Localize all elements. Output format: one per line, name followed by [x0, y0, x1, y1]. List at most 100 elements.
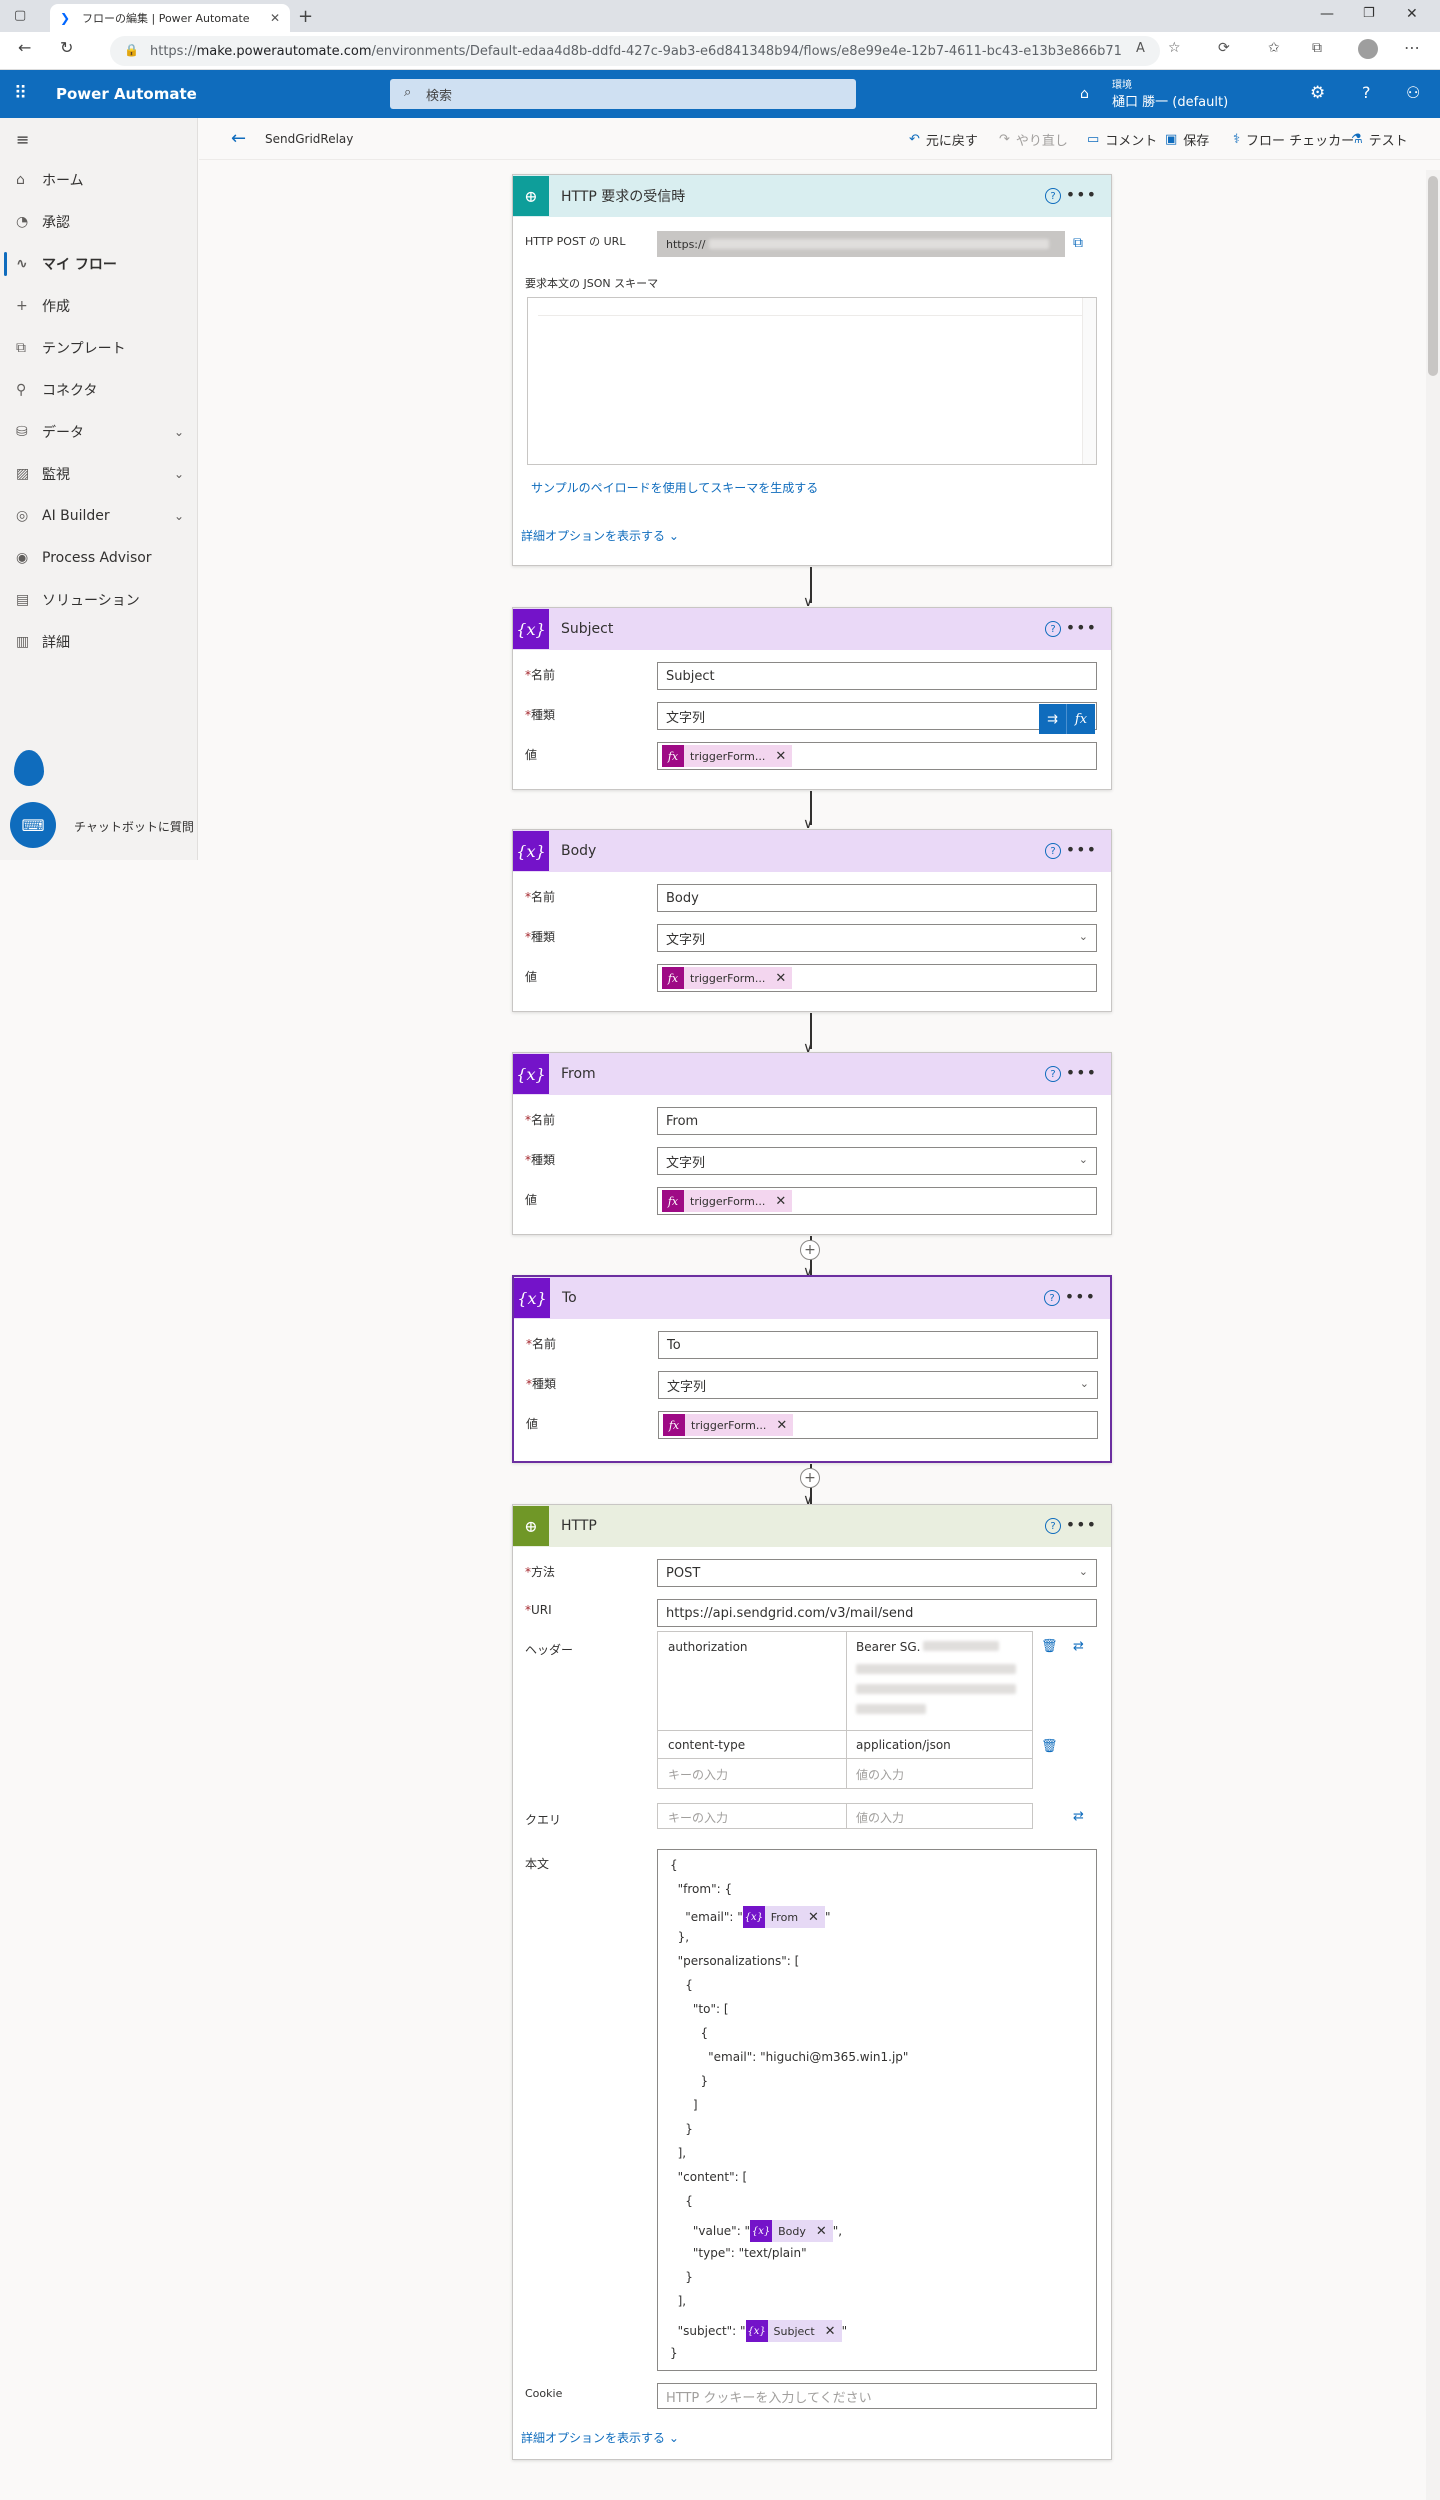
more-options-icon[interactable]: ••• [1066, 1063, 1097, 1082]
dynamic-content-icon[interactable]: ⇉ [1039, 704, 1067, 734]
insert-step-button[interactable]: + [800, 1240, 820, 1260]
method-select[interactable]: POST ⌄ [657, 1559, 1097, 1587]
more-options-icon[interactable]: ••• [1065, 1287, 1096, 1306]
delete-icon[interactable]: 🗑 [1041, 1639, 1058, 1654]
variable-value-input[interactable]: fx triggerForm... ✕ [658, 1411, 1098, 1439]
advanced-options-link[interactable]: 詳細オプションを表示する ⌄ [521, 527, 679, 544]
insert-step-button[interactable]: + [800, 1468, 820, 1488]
nav-item-my-flows[interactable]: ∿ マイ フロー [0, 244, 198, 284]
collections-icon[interactable]: ⧉ [1312, 40, 1322, 56]
flow-checker-button[interactable]: ⚕ フロー チェッカー [1233, 130, 1354, 149]
remove-token-icon[interactable]: ✕ [771, 749, 792, 764]
more-options-icon[interactable]: ••• [1066, 185, 1097, 204]
variable-token-subject[interactable]: {x} Subject ✕ [745, 2320, 842, 2342]
editor-scrollbar[interactable] [1082, 298, 1096, 464]
variable-card-header[interactable]: {x} Body ? ••• [513, 830, 1111, 872]
canvas-scrollbar[interactable] [1426, 170, 1440, 2500]
remove-token-icon[interactable]: ✕ [804, 1910, 825, 1925]
new-tab-icon[interactable]: + [298, 6, 313, 27]
switch-to-text-mode-icon[interactable]: ⇄ [1073, 1809, 1084, 1824]
nav-item-data[interactable]: ⛁ データ ⌄ [0, 412, 198, 452]
remove-token-icon[interactable]: ✕ [771, 1194, 792, 1209]
more-options-icon[interactable]: ••• [1066, 840, 1097, 859]
nav-item-templates[interactable]: ⧉ テンプレート [0, 328, 198, 368]
query-value-input[interactable]: 値の入力 [856, 1809, 904, 1826]
nav-item-connectors[interactable]: ⚲ コネクタ [0, 370, 198, 410]
redo-button[interactable]: ↷ やり直し [999, 130, 1068, 149]
more-options-icon[interactable]: ••• [1066, 1515, 1097, 1534]
comment-button[interactable]: ▭ コメント [1087, 130, 1157, 149]
http-post-url-field[interactable]: https:// [657, 231, 1065, 257]
browser-tab[interactable]: ❯ フローの編集 | Power Automate ✕ [50, 4, 290, 32]
variable-name-input[interactable]: Body [657, 884, 1097, 912]
environment-picker[interactable]: 環境 樋口 勝一 (default) [1112, 76, 1228, 110]
nav-item-home[interactable]: ⌂ ホーム [0, 160, 198, 200]
variable-type-select[interactable]: 文字列 ⌄ [657, 1147, 1097, 1175]
expression-token[interactable]: fx triggerForm... ✕ [662, 967, 793, 989]
trigger-card-header[interactable]: ⊕ HTTP 要求の受信時 ? ••• [513, 175, 1111, 217]
tab-actions-icon[interactable]: ▢ [14, 8, 26, 23]
generate-schema-link[interactable]: サンプルのペイロードを使用してスキーマを生成する [531, 479, 818, 496]
cookie-input[interactable]: HTTP クッキーを入力してください [657, 2383, 1097, 2409]
variable-type-select[interactable]: 文字列 [657, 702, 1097, 730]
variable-name-input[interactable]: From [657, 1107, 1097, 1135]
uri-input[interactable]: https://api.sendgrid.com/v3/mail/send [657, 1599, 1097, 1627]
variable-value-input[interactable]: fx triggerForm... ✕ [657, 964, 1097, 992]
nav-item-approvals[interactable]: ◔ 承認 [0, 202, 198, 242]
back-icon[interactable]: ← [18, 38, 31, 57]
variable-type-select[interactable]: 文字列 ⌄ [657, 924, 1097, 952]
profile-avatar[interactable] [1358, 39, 1378, 59]
remove-token-icon[interactable]: ✕ [812, 2224, 833, 2239]
scrollbar-thumb[interactable] [1428, 176, 1438, 376]
settings-icon[interactable]: ⚙ [1310, 83, 1325, 103]
account-icon[interactable]: ⚇ [1406, 83, 1420, 102]
app-launcher-icon[interactable]: ⠿ [14, 83, 27, 104]
remove-token-icon[interactable]: ✕ [821, 2324, 842, 2339]
test-button[interactable]: ⚗ テスト [1351, 130, 1408, 149]
url-field[interactable]: 🔒 https://make.powerautomate.com/environ… [110, 36, 1160, 66]
app-name[interactable]: Power Automate [56, 85, 197, 103]
switch-to-text-mode-icon[interactable]: ⇄ [1073, 1639, 1084, 1654]
header-key-input[interactable]: キーの入力 [668, 1766, 728, 1783]
expression-token[interactable]: fx triggerForm... ✕ [662, 745, 793, 767]
favorites-icon[interactable]: ✩ [1268, 40, 1280, 56]
nav-item-solutions[interactable]: ▤ ソリューション [0, 580, 198, 620]
header-value-input[interactable]: 値の入力 [856, 1766, 904, 1783]
variable-type-select[interactable]: 文字列 ⌄ [658, 1371, 1098, 1399]
nav-item-learn[interactable]: ▥ 詳細 [0, 622, 198, 662]
minimize-icon[interactable]: — [1320, 6, 1334, 22]
read-aloud-icon[interactable]: A [1136, 41, 1145, 56]
body-editor[interactable]: { "from": { "email": " {x} From ✕ " }, "pers… [657, 1849, 1097, 2371]
expression-icon[interactable]: fx [1067, 704, 1095, 734]
nav-item-create[interactable]: + 作成 [0, 286, 198, 326]
nav-item-monitor[interactable]: ▨ 監視 ⌄ [0, 454, 198, 494]
expression-token[interactable]: fx triggerForm... ✕ [663, 1414, 794, 1436]
help-icon[interactable]: ? [1045, 621, 1061, 637]
header-value-cell[interactable]: Bearer SG. [856, 1640, 1016, 1714]
help-icon[interactable]: ? [1044, 1290, 1060, 1306]
undo-button[interactable]: ↶ 元に戻す [909, 130, 978, 149]
extensions-icon[interactable]: ⟳ [1218, 40, 1230, 56]
delete-icon[interactable]: 🗑 [1041, 1739, 1058, 1754]
variable-card-header[interactable]: {x} Subject ? ••• [513, 608, 1111, 650]
variable-name-input[interactable]: To [658, 1331, 1098, 1359]
remove-token-icon[interactable]: ✕ [772, 1418, 793, 1433]
back-arrow-icon[interactable]: ← [231, 128, 246, 149]
search-input[interactable]: ⌕ 検索 [390, 79, 856, 109]
refresh-icon[interactable]: ↻ [60, 38, 73, 57]
save-button[interactable]: ▣ 保存 [1165, 130, 1209, 149]
nav-item-process-advisor[interactable]: ◉ Process Advisor [0, 538, 198, 578]
variable-token-from[interactable]: {x} From ✕ [742, 1906, 825, 1928]
location-pin-icon[interactable] [14, 750, 44, 786]
help-icon[interactable]: ? [1045, 1518, 1061, 1534]
remove-token-icon[interactable]: ✕ [771, 971, 792, 986]
variable-card-header[interactable]: {x} To ? ••• [514, 1277, 1110, 1319]
copy-icon[interactable]: ⧉ [1073, 235, 1083, 251]
variable-card-header[interactable]: {x} From ? ••• [513, 1053, 1111, 1095]
header-key-cell[interactable]: authorization [668, 1640, 748, 1654]
header-key-cell[interactable]: content-type [668, 1738, 745, 1752]
help-icon[interactable]: ? [1362, 83, 1371, 102]
help-icon[interactable]: ? [1045, 843, 1061, 859]
http-card-header[interactable]: ⊕ HTTP ? ••• [513, 1505, 1111, 1547]
nav-item-ai-builder[interactable]: ◎ AI Builder ⌄ [0, 496, 198, 536]
